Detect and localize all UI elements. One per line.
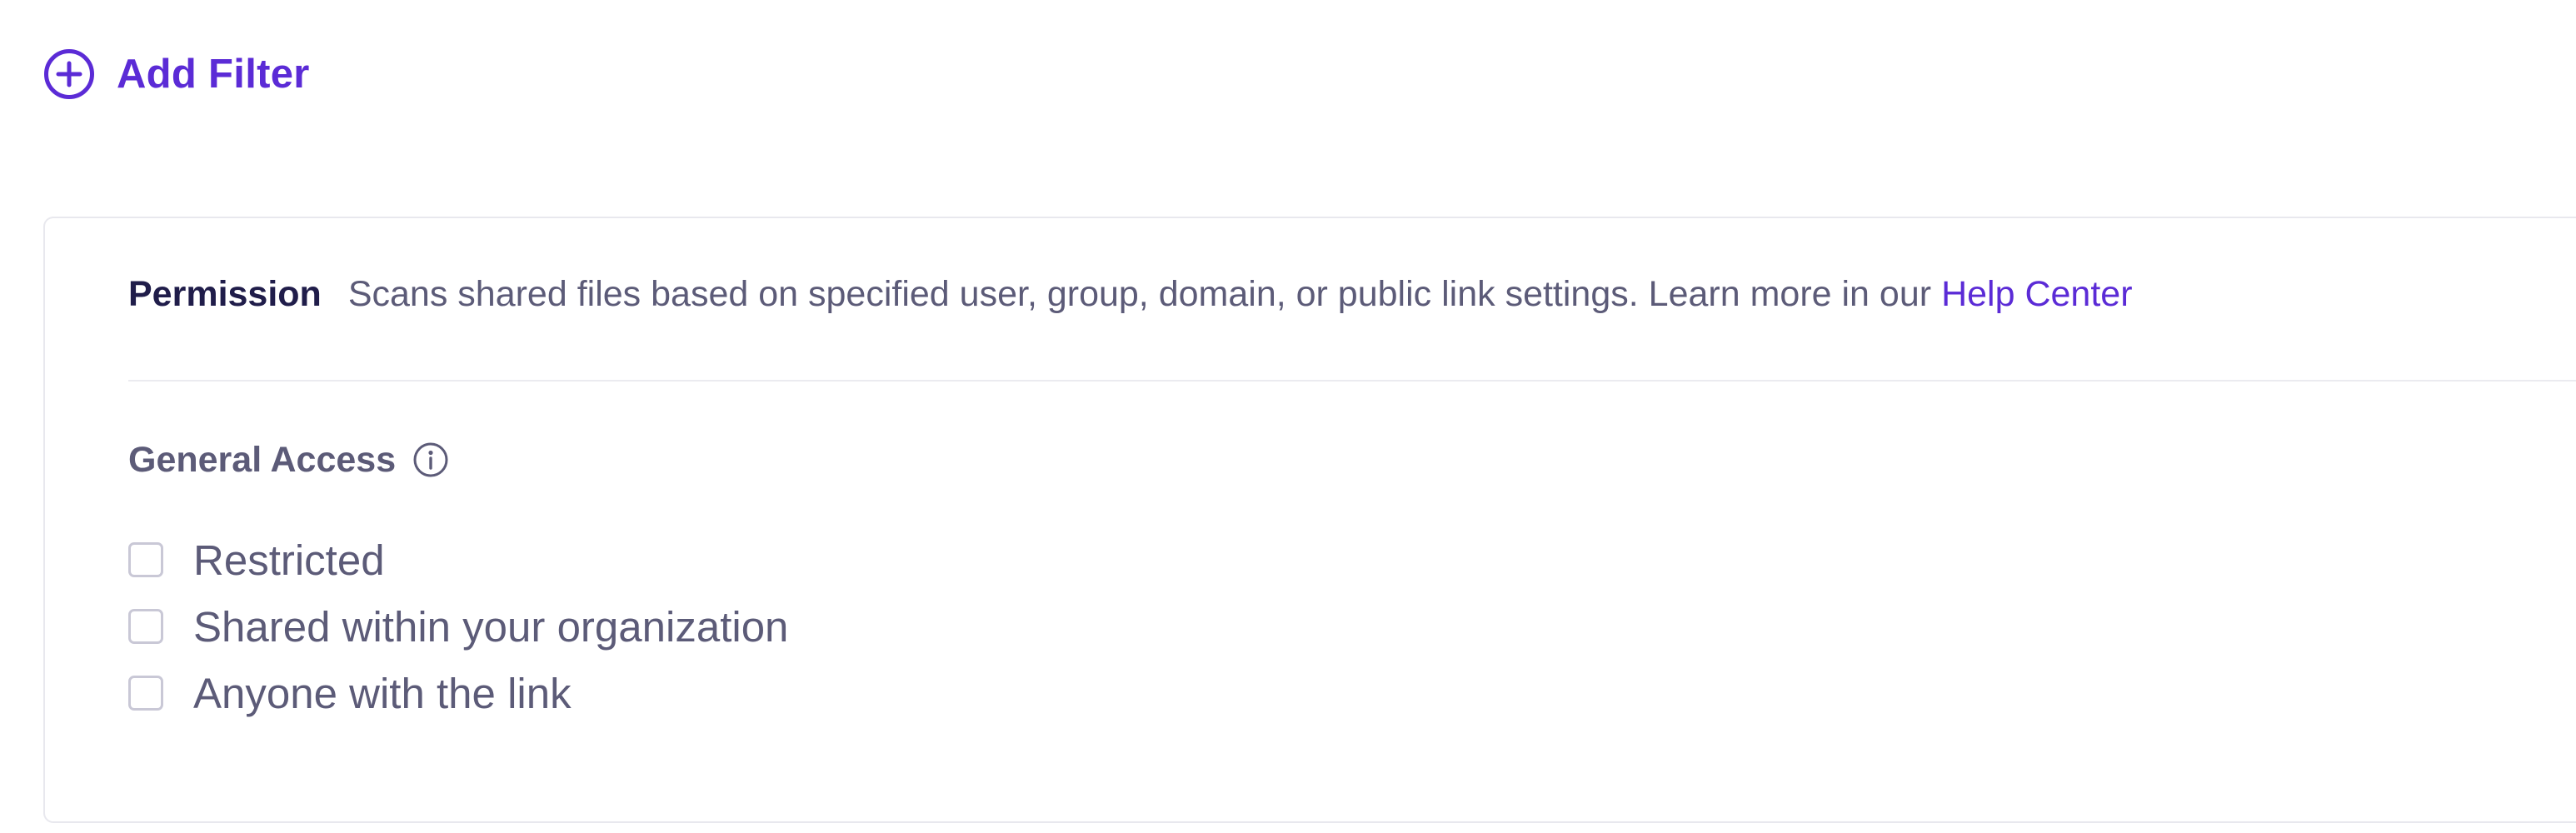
general-access-options: Restricted Shared within your organizati… <box>128 526 788 726</box>
general-access-title: General Access <box>128 439 397 480</box>
add-filter-button[interactable]: Add Filter <box>43 48 310 100</box>
general-access-heading: General Access <box>128 441 449 478</box>
restricted-checkbox[interactable] <box>128 542 163 577</box>
permission-filter-card: Permission Scans shared files based on s… <box>43 217 2576 823</box>
option-anyone-with-link[interactable]: Anyone with the link <box>128 660 788 726</box>
option-label: Anyone with the link <box>193 669 572 717</box>
option-label: Restricted <box>193 536 385 584</box>
anyone-with-link-checkbox[interactable] <box>128 676 163 711</box>
permission-header: Permission Scans shared files based on s… <box>128 277 2133 312</box>
permission-description: Scans shared files based on specified us… <box>347 274 1932 314</box>
permission-title: Permission <box>128 274 322 314</box>
option-label: Shared within your organization <box>193 602 789 651</box>
add-filter-label: Add Filter <box>117 51 310 97</box>
help-center-link[interactable]: Help Center <box>1941 277 2132 312</box>
section-divider <box>128 380 2576 382</box>
plus-circle-icon <box>43 48 95 100</box>
option-shared-within-organization[interactable]: Shared within your organization <box>128 593 788 660</box>
option-restricted[interactable]: Restricted <box>128 526 788 593</box>
shared-within-organization-checkbox[interactable] <box>128 609 163 644</box>
info-icon[interactable] <box>412 441 449 478</box>
